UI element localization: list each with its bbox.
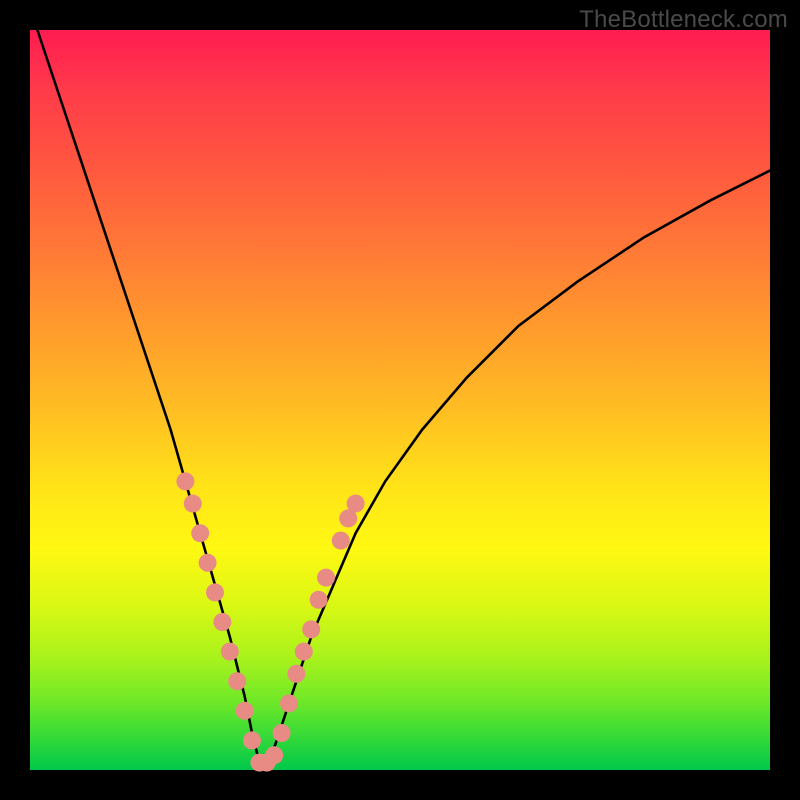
data-marker xyxy=(295,643,313,661)
data-marker xyxy=(243,731,261,749)
data-marker xyxy=(228,672,246,690)
marker-group xyxy=(176,472,364,771)
data-marker xyxy=(199,554,217,572)
curve-svg xyxy=(30,30,770,770)
data-marker xyxy=(176,472,194,490)
bottleneck-curve xyxy=(37,30,770,763)
data-marker xyxy=(236,702,254,720)
data-marker xyxy=(206,583,224,601)
data-marker xyxy=(265,746,283,764)
data-marker xyxy=(302,620,320,638)
data-marker xyxy=(273,724,291,742)
data-marker xyxy=(280,694,298,712)
data-marker xyxy=(310,591,328,609)
data-marker xyxy=(317,569,335,587)
data-marker xyxy=(221,643,239,661)
data-marker xyxy=(213,613,231,631)
data-marker xyxy=(287,665,305,683)
data-marker xyxy=(184,495,202,513)
chart-stage: TheBottleneck.com xyxy=(0,0,800,800)
data-marker xyxy=(332,532,350,550)
data-marker xyxy=(347,495,365,513)
plot-area xyxy=(30,30,770,770)
data-marker xyxy=(191,524,209,542)
